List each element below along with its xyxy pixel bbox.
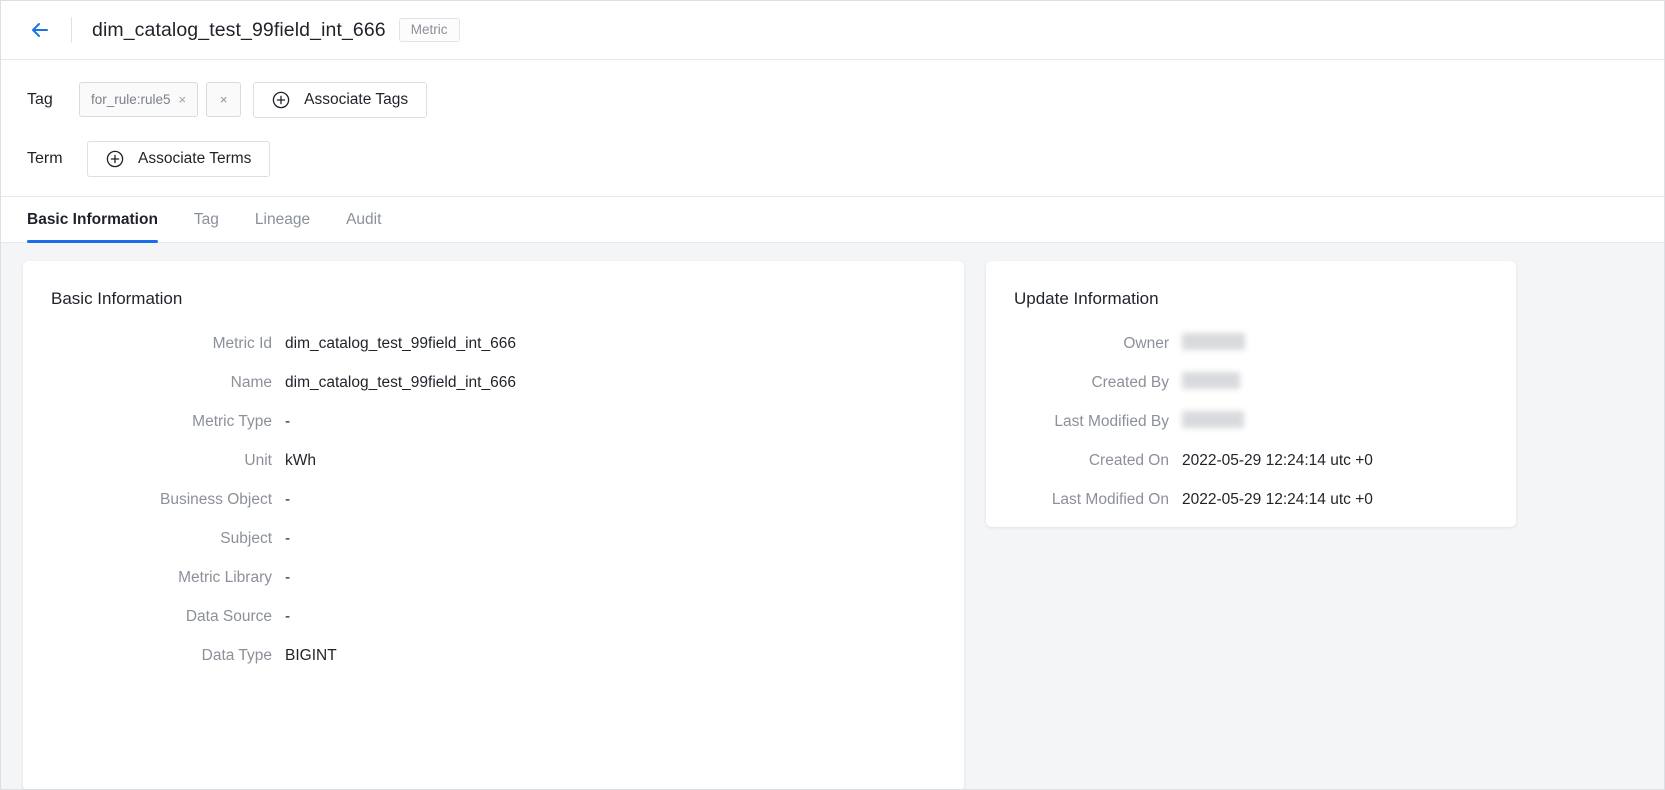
tag-row-label: Tag	[27, 90, 53, 108]
field-name: Name dim_catalog_test_99field_int_666	[23, 374, 964, 392]
associate-terms-button[interactable]: Associate Terms	[87, 140, 271, 177]
field-metric-id: Metric Id dim_catalog_test_99field_int_6…	[23, 335, 964, 353]
field-label: Created On	[1088, 452, 1169, 469]
redacted-value	[1182, 333, 1245, 351]
tab-basic-information[interactable]: Basic Information	[27, 197, 158, 243]
field-label: Metric Type	[192, 413, 272, 430]
field-value	[1182, 372, 1240, 392]
field-label: Business Object	[160, 491, 272, 508]
field-data-source: Data Source -	[23, 608, 964, 626]
field-value: -	[285, 413, 291, 430]
field-subject: Subject -	[23, 530, 964, 548]
field-last-modified-on: Last Modified On 2022-05-29 12:24:14 utc…	[986, 491, 1516, 509]
field-value: BIGINT	[285, 647, 337, 664]
tab-tag[interactable]: Tag	[194, 197, 219, 242]
associate-tags-button[interactable]: Associate Tags	[253, 81, 428, 118]
field-label: Last Modified On	[1051, 491, 1169, 508]
field-value: 2022-05-29 12:24:14 utc +0	[1182, 491, 1373, 508]
field-metric-type: Metric Type -	[23, 413, 964, 431]
field-metric-library: Metric Library -	[23, 569, 964, 587]
field-value: kWh	[285, 452, 316, 469]
field-unit: Unit kWh	[23, 452, 964, 470]
field-value: -	[285, 491, 291, 508]
plus-circle-icon	[272, 91, 290, 109]
field-label: Unit	[244, 452, 272, 469]
tab-content: Basic Information Metric Id dim_catalog_…	[1, 243, 1664, 789]
redacted-value	[1182, 411, 1244, 429]
field-business-object: Business Object -	[23, 491, 964, 509]
basic-information-title: Basic Information	[51, 289, 183, 308]
update-information-card: Update Information Owner Created By Last…	[986, 261, 1516, 527]
field-label: Metric Id	[212, 335, 272, 352]
field-created-by: Created By	[986, 372, 1516, 392]
field-label: Last Modified By	[1054, 413, 1169, 430]
field-last-modified-by: Last Modified By	[986, 411, 1516, 431]
tab-label: Basic Information	[27, 210, 158, 228]
basic-information-card: Basic Information Metric Id dim_catalog_…	[23, 261, 964, 789]
field-label: Created By	[1091, 374, 1169, 391]
field-created-on: Created On 2022-05-29 12:24:14 utc +0	[986, 452, 1516, 470]
redacted-value	[1182, 372, 1240, 390]
associate-tags-label: Associate Tags	[304, 90, 409, 108]
update-information-title: Update Information	[1014, 289, 1159, 308]
tab-audit[interactable]: Audit	[346, 197, 381, 242]
field-value	[1182, 333, 1245, 353]
field-value: -	[285, 608, 291, 625]
tab-bar: Basic Information Tag Lineage Audit	[1, 197, 1664, 243]
field-label: Owner	[1123, 335, 1169, 352]
meta-section: Tag for_rule:rule5 × × Associate Tags Te…	[1, 60, 1664, 197]
field-data-type: Data Type BIGINT	[23, 647, 964, 665]
field-label: Metric Library	[178, 569, 272, 586]
tab-lineage[interactable]: Lineage	[255, 197, 310, 242]
term-row-label: Term	[27, 149, 63, 167]
field-value: 2022-05-29 12:24:14 utc +0	[1182, 452, 1373, 469]
tag-chip-remove-icon[interactable]: ×	[179, 92, 187, 107]
tag-chip[interactable]: for_rule:rule5 ×	[79, 82, 199, 117]
tab-label: Lineage	[254, 210, 311, 228]
tab-label: Tag	[193, 210, 219, 228]
entity-type-badge: Metric	[398, 17, 460, 43]
field-value: -	[285, 569, 291, 586]
field-value	[1182, 411, 1244, 431]
plus-circle-icon	[106, 150, 124, 168]
associate-terms-label: Associate Terms	[138, 149, 252, 167]
field-label: Data Type	[201, 647, 272, 664]
tag-row: Tag for_rule:rule5 × × Associate Tags	[27, 81, 1664, 118]
field-value: -	[285, 530, 291, 547]
arrow-left-icon	[29, 19, 51, 41]
header-divider	[71, 17, 72, 43]
field-value: dim_catalog_test_99field_int_666	[285, 335, 516, 352]
back-button[interactable]	[27, 17, 53, 43]
field-label: Name	[230, 374, 272, 391]
field-label: Data Source	[185, 608, 272, 625]
page-header: dim_catalog_test_99field_int_666 Metric	[1, 1, 1664, 60]
metric-detail-page: dim_catalog_test_99field_int_666 Metric …	[0, 0, 1665, 790]
field-owner: Owner	[986, 333, 1516, 353]
tag-clear-button[interactable]: ×	[206, 82, 242, 117]
field-label: Subject	[220, 530, 272, 547]
field-value: dim_catalog_test_99field_int_666	[285, 374, 516, 391]
tab-label: Audit	[346, 210, 382, 228]
page-title: dim_catalog_test_99field_int_666	[92, 18, 386, 41]
term-row: Term Associate Terms	[27, 140, 1664, 177]
tag-chip-label: for_rule:rule5	[91, 92, 171, 107]
